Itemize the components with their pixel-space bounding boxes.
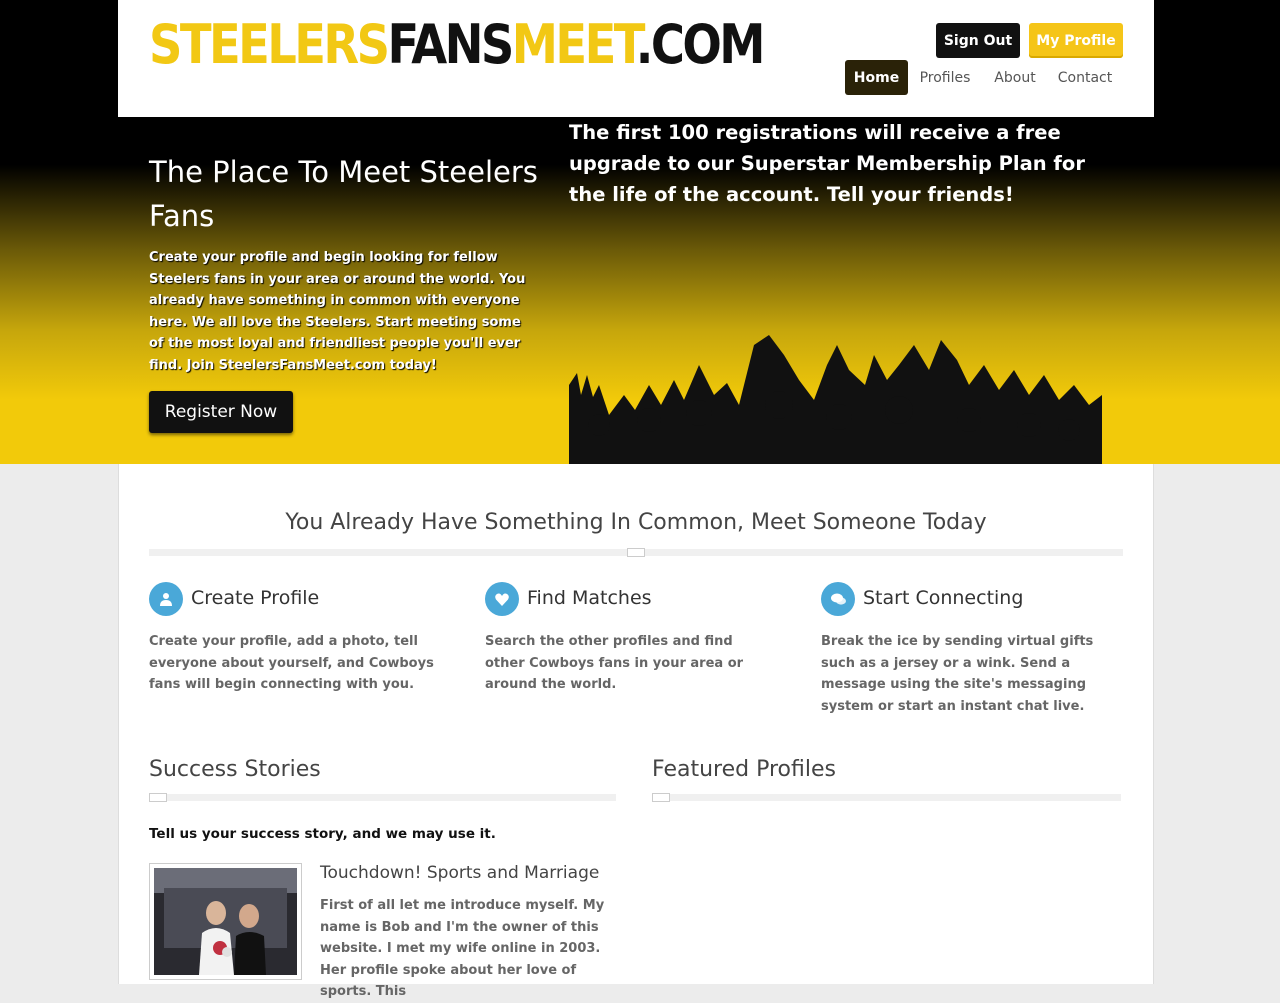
chat-icon (821, 582, 855, 616)
logo-part-meet: MEET (511, 13, 639, 76)
nav-about[interactable]: About (986, 60, 1044, 95)
feature-title-start-connecting: Start Connecting (863, 587, 1024, 609)
feature-text-find-matches: Search the other profiles and find other… (485, 634, 744, 693)
site-logo[interactable]: STEELERSFANSMEET.COM (149, 13, 766, 76)
section-heading: You Already Have Something In Common, Me… (285, 510, 987, 535)
logo-part-steelers: STEELERS (149, 13, 390, 76)
hero-description: Create your profile and begin looking fo… (149, 250, 526, 373)
sign-out-button[interactable]: Sign Out (936, 23, 1020, 58)
featured-profiles-heading: Featured Profiles (652, 757, 836, 782)
feature-title-create-profile: Create Profile (191, 587, 320, 609)
hero-title: The Place To Meet Steelers Fans (149, 155, 538, 233)
featured-divider (652, 794, 1121, 801)
site-header: STEELERSFANSMEET.COM Sign Out My Profile… (118, 0, 1154, 117)
logo-part-com: .COM (635, 13, 766, 76)
hero-announcement: The first 100 registrations will receive… (569, 121, 1085, 206)
featured-divider-ornament (652, 793, 670, 802)
couple-photo-image (154, 868, 297, 975)
nav-profiles[interactable]: Profiles (913, 60, 977, 95)
divider-ornament (627, 548, 645, 557)
success-divider-ornament (149, 793, 167, 802)
nav-home[interactable]: Home (845, 60, 908, 95)
feature-title-find-matches: Find Matches (527, 587, 652, 609)
cheering-crowd-silhouette (569, 335, 1102, 464)
success-stories-heading: Success Stories (149, 757, 321, 782)
feature-text-start-connecting: Break the ice by sending virtual gifts s… (821, 634, 1094, 714)
story-excerpt: First of all let me introduce myself. My… (320, 898, 605, 1000)
feature-text-create-profile: Create your profile, add a photo, tell e… (149, 634, 434, 693)
user-icon (149, 582, 183, 616)
success-divider (149, 794, 616, 801)
success-tagline: Tell us your success story, and we may u… (149, 826, 496, 842)
story-photo[interactable] (149, 863, 302, 980)
logo-part-fans: FANS (387, 13, 514, 76)
story-title[interactable]: Touchdown! Sports and Marriage (320, 863, 599, 883)
my-profile-button[interactable]: My Profile (1029, 23, 1123, 58)
nav-contact[interactable]: Contact (1052, 60, 1118, 95)
heart-icon (485, 582, 519, 616)
register-now-button[interactable]: Register Now (149, 391, 293, 433)
